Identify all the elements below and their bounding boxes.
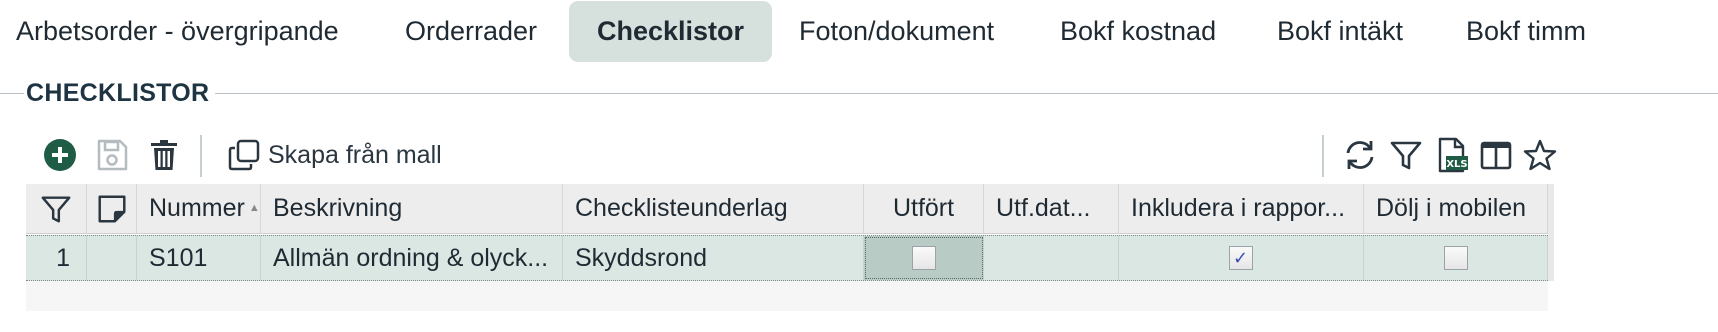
export-excel-button[interactable]: XLS [1432, 135, 1472, 175]
floppy-disk-icon [97, 139, 128, 171]
cell-checklisteunderlag[interactable]: Skyddsrond [563, 236, 864, 280]
cell-nummer[interactable]: S101 [137, 236, 261, 280]
tab-orderrader[interactable]: Orderrader [405, 1, 537, 62]
inkludera-checkbox[interactable]: ✓ [1229, 245, 1253, 270]
cell-inkludera-i-rapport[interactable]: ✓ [1119, 236, 1364, 280]
column-header-checklisteunderlag[interactable]: Checklisteunderlag [563, 184, 864, 234]
refresh-icon [1346, 141, 1374, 169]
column-header-beskrivning[interactable]: Beskrivning [261, 184, 563, 234]
column-header-nummer[interactable]: Nummer ▲ [137, 184, 261, 234]
tab-bokf-intakt[interactable]: Bokf intäkt [1277, 1, 1403, 62]
toolbar-separator-right [1322, 135, 1324, 177]
svg-text:XLS: XLS [1446, 159, 1467, 170]
sort-asc-icon: ▲ [248, 202, 260, 214]
filter-icon [1390, 141, 1422, 170]
column-header-utf-datum[interactable]: Utf.dat... [984, 184, 1119, 234]
filter-button[interactable] [1386, 135, 1426, 175]
grid-scrollbar[interactable] [1548, 184, 1554, 281]
tab-bokf-timmar[interactable]: Bokf timm [1466, 1, 1586, 62]
table-row[interactable]: 1 S101 Allmän ordning & olyck... Skyddsr… [26, 235, 1548, 281]
column-header-nummer-label: Nummer [149, 194, 245, 222]
star-icon [1523, 139, 1557, 171]
tab-arbetsorder-overgripande[interactable]: Arbetsorder - övergripande [16, 1, 339, 62]
refresh-button[interactable] [1340, 135, 1380, 175]
grid-empty-area [26, 281, 1548, 311]
column-header-note[interactable] [87, 184, 137, 234]
favorite-button[interactable] [1520, 135, 1560, 175]
add-row-button[interactable] [40, 135, 80, 175]
column-header-inkludera-i-rapport[interactable]: Inkludera i rappor... [1119, 184, 1364, 234]
tab-checklistor[interactable]: Checklistor [569, 1, 773, 62]
checkmark-icon: ✓ [1233, 247, 1249, 268]
create-from-template-button[interactable] [224, 135, 264, 175]
row-note[interactable] [87, 236, 137, 280]
trash-icon [151, 140, 177, 170]
cell-dolj-i-mobilen[interactable] [1364, 236, 1548, 280]
cell-utf-datum[interactable] [984, 236, 1119, 280]
row-index: 1 [26, 236, 87, 280]
cell-utfort[interactable] [864, 236, 984, 280]
plus-circle-icon [44, 139, 76, 171]
column-header-filter[interactable] [26, 184, 87, 234]
section-title: CHECKLISTOR [24, 72, 216, 114]
columns-icon [1480, 141, 1512, 170]
column-header-dolj-i-mobilen[interactable]: Dölj i mobilen [1364, 184, 1548, 234]
filter-icon [41, 196, 71, 223]
tab-bar: Arbetsorder - övergripande Orderrader Ch… [0, 0, 1718, 62]
column-header-utfort[interactable]: Utfört [864, 184, 984, 234]
section-header: CHECKLISTOR [0, 72, 1718, 114]
note-icon [97, 195, 126, 223]
utfort-checkbox[interactable] [911, 245, 936, 270]
create-from-template-label[interactable]: Skapa från mall [268, 135, 442, 175]
copy-icon [228, 139, 260, 171]
columns-button[interactable] [1476, 135, 1516, 175]
excel-export-icon: XLS [1438, 137, 1468, 173]
grid-toolbar: Skapa från mall XLS [28, 135, 1718, 177]
section-rule [0, 93, 1718, 94]
save-button[interactable] [92, 135, 132, 175]
cell-beskrivning[interactable]: Allmän ordning & olyck... [261, 236, 563, 280]
dolj-checkbox[interactable] [1443, 245, 1468, 270]
delete-button[interactable] [144, 135, 184, 175]
tab-bokf-kostnad[interactable]: Bokf kostnad [1060, 1, 1216, 62]
toolbar-separator [200, 135, 202, 177]
tab-foton-dokument[interactable]: Foton/dokument [799, 1, 994, 62]
